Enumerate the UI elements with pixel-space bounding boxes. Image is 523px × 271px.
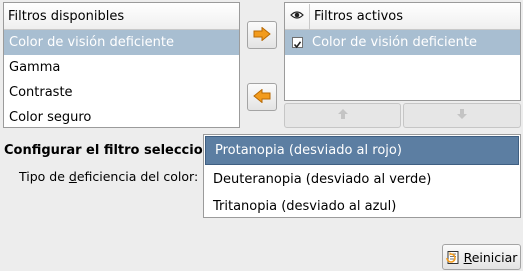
- reset-icon: [445, 250, 461, 265]
- active-filters-header[interactable]: Filtros activos: [285, 3, 520, 30]
- eye-column-header[interactable]: [285, 3, 310, 29]
- list-item[interactable]: Color de visión deficiente: [4, 30, 239, 55]
- eye-icon: [290, 9, 304, 24]
- arrow-up-icon: [337, 108, 349, 123]
- list-item[interactable]: Color seguro: [4, 105, 239, 130]
- list-item[interactable]: Gamma: [4, 55, 239, 80]
- active-filters-list[interactable]: Filtros activos Color de visión deficien…: [284, 2, 521, 101]
- add-filter-button[interactable]: [247, 21, 277, 49]
- config-section-title: Configurar el filtro seleccio: [4, 143, 203, 158]
- reset-button-label: Reiniciar: [463, 249, 518, 265]
- dropdown-option[interactable]: Deuteranopia (desviado al verde): [204, 166, 520, 193]
- available-filters-header-label: Filtros disponibles: [8, 8, 125, 24]
- checkmark-icon: [293, 38, 302, 53]
- list-item[interactable]: Contraste: [4, 80, 239, 105]
- move-up-button[interactable]: [284, 103, 401, 128]
- reset-button[interactable]: Reiniciar: [442, 244, 521, 270]
- filter-enabled-checkbox[interactable]: [292, 37, 303, 49]
- deficiency-type-label: Tipo de deficiencia del color:: [19, 169, 199, 184]
- active-filters-header-label: Filtros activos: [314, 8, 404, 24]
- available-filters-header[interactable]: Filtros disponibles: [4, 3, 239, 30]
- arrow-left-icon: [253, 87, 271, 106]
- arrow-right-icon: [253, 25, 271, 44]
- remove-filter-button[interactable]: [247, 83, 277, 111]
- arrow-down-icon: [456, 108, 468, 123]
- move-down-button[interactable]: [403, 103, 521, 128]
- available-filters-list[interactable]: Filtros disponibles Color de visión defi…: [3, 2, 240, 128]
- deficiency-type-dropdown[interactable]: Protanopia (desviado al rojo) Deuteranop…: [203, 134, 521, 218]
- list-item[interactable]: Color de visión deficiente: [285, 30, 520, 55]
- dropdown-option[interactable]: Protanopia (desviado al rojo): [205, 136, 519, 165]
- dropdown-option[interactable]: Tritanopia (desviado al azul): [204, 193, 520, 220]
